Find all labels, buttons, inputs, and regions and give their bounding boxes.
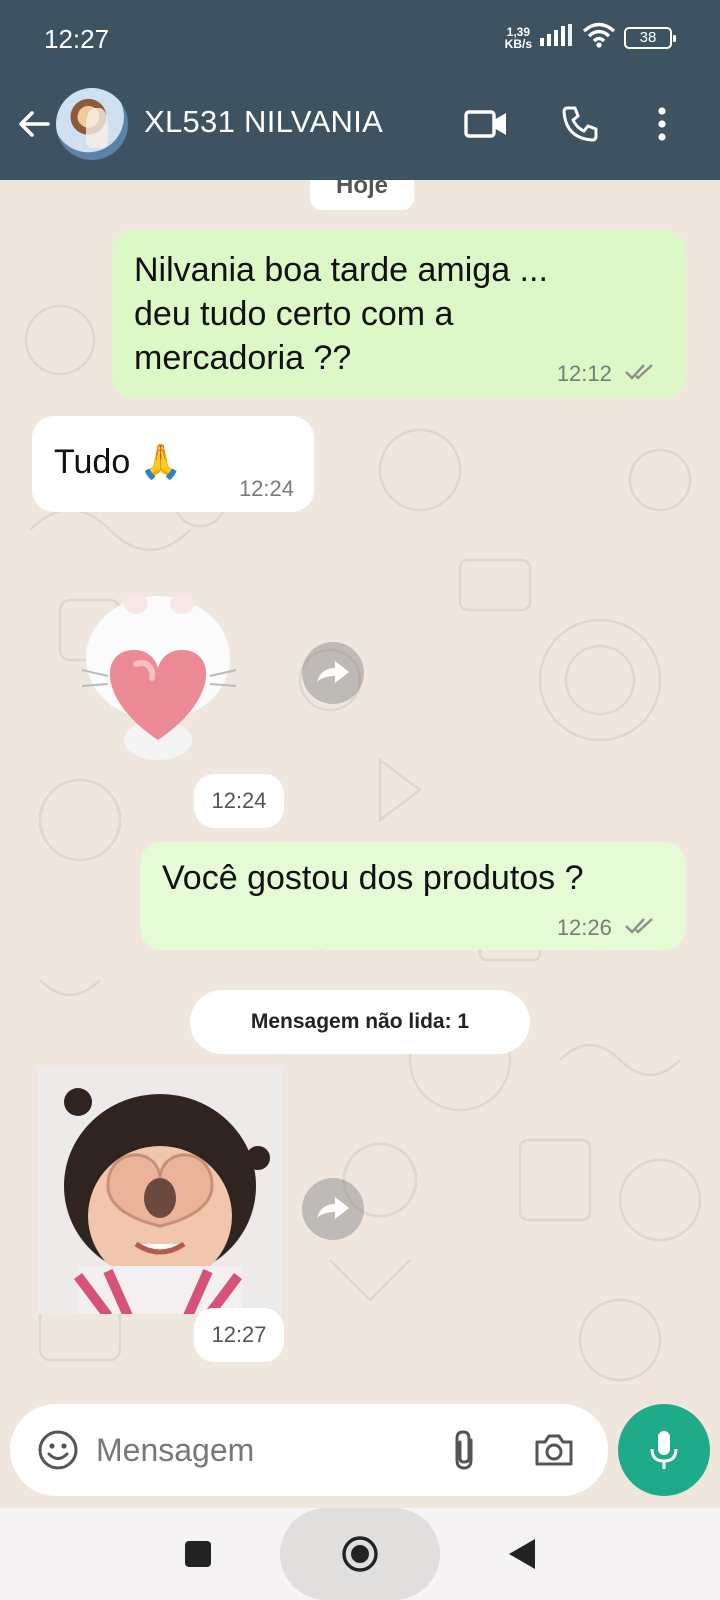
wifi-icon xyxy=(582,22,616,53)
double-check-icon xyxy=(624,916,658,942)
square-icon xyxy=(185,1541,211,1567)
network-speed: 1,39 KB/s xyxy=(505,26,532,50)
status-icons: 1,39 KB/s 38 xyxy=(505,22,676,53)
forward-button[interactable] xyxy=(302,642,364,704)
date-chip: Hoje xyxy=(310,180,414,210)
back-arrow-icon xyxy=(19,111,50,137)
message-input[interactable] xyxy=(96,1424,436,1476)
message-composer xyxy=(10,1404,608,1496)
forward-icon xyxy=(317,661,349,683)
more-options-button[interactable] xyxy=(638,100,686,148)
message-line: Nilvania boa tarde amiga ... xyxy=(134,251,548,289)
recents-button[interactable] xyxy=(178,1534,218,1574)
message-text: Nilvania boa tarde amiga ... deu tudo ce… xyxy=(134,248,548,380)
video-camera-icon xyxy=(464,110,506,138)
phone-icon xyxy=(562,106,598,142)
back-nav-button[interactable] xyxy=(502,1534,542,1574)
message-text: Você gostou dos produtos ? xyxy=(162,859,584,897)
outgoing-message[interactable]: Você gostou dos produtos ? 12:26 xyxy=(140,842,686,950)
voice-call-button[interactable] xyxy=(556,100,604,148)
more-vertical-icon xyxy=(658,107,666,141)
microphone-icon xyxy=(650,1431,678,1469)
circle-icon xyxy=(342,1536,378,1572)
message-line: deu tudo certo com a xyxy=(134,295,454,333)
contact-avatar[interactable] xyxy=(56,88,128,160)
message-time: 12:12 xyxy=(556,360,612,386)
forward-icon xyxy=(317,1197,349,1219)
incoming-message[interactable]: Tudo 🙏 12:24 xyxy=(32,416,314,512)
voice-message-button[interactable] xyxy=(618,1404,710,1496)
status-time: 12:27 xyxy=(44,24,110,54)
home-button[interactable] xyxy=(340,1534,380,1574)
network-speed-value: 1,39 xyxy=(506,24,530,39)
sticker-time: 12:27 xyxy=(194,1308,284,1362)
video-call-button[interactable] xyxy=(462,100,510,148)
paperclip-icon xyxy=(455,1430,473,1470)
sticker-message[interactable] xyxy=(78,590,240,766)
child-heart-hands-sticker-image xyxy=(38,1066,282,1314)
message-meta: 12:12 xyxy=(557,361,658,388)
signal-icon xyxy=(540,24,574,51)
emoji-icon xyxy=(38,1430,78,1470)
message-text: Tudo 🙏 xyxy=(54,443,183,481)
sticker-message[interactable] xyxy=(38,1066,282,1314)
message-meta: 12:26 xyxy=(557,915,658,942)
message-line: mercadoria ?? xyxy=(134,339,352,377)
contact-name[interactable]: XL531 NILVANIA xyxy=(144,104,383,140)
unread-messages-chip: Mensagem não lida: 1 xyxy=(190,990,530,1054)
outgoing-message[interactable]: Nilvania boa tarde amiga ... deu tudo ce… xyxy=(112,230,686,398)
sticker-time: 12:24 xyxy=(194,774,284,828)
camera-icon xyxy=(535,1434,573,1466)
double-check-icon xyxy=(624,362,658,388)
back-button[interactable] xyxy=(14,104,54,144)
attach-button[interactable] xyxy=(440,1426,488,1474)
battery-indicator: 38 xyxy=(624,26,676,49)
emoji-button[interactable] xyxy=(34,1426,82,1474)
network-speed-unit: KB/s xyxy=(504,36,532,51)
cat-heart-sticker-image xyxy=(81,594,237,760)
message-time: 12:24 xyxy=(238,476,294,501)
app-header: 12:27 1,39 KB/s 38 XL531 NILVANIA xyxy=(0,0,720,180)
message-time: 12:26 xyxy=(556,914,612,940)
camera-button[interactable] xyxy=(530,1426,578,1474)
forward-button[interactable] xyxy=(302,1178,364,1240)
triangle-back-icon xyxy=(509,1539,535,1569)
chat-area[interactable]: Hoje Nilvania boa tarde amiga ... deu tu… xyxy=(0,180,720,1400)
system-navigation-bar xyxy=(0,1508,720,1600)
